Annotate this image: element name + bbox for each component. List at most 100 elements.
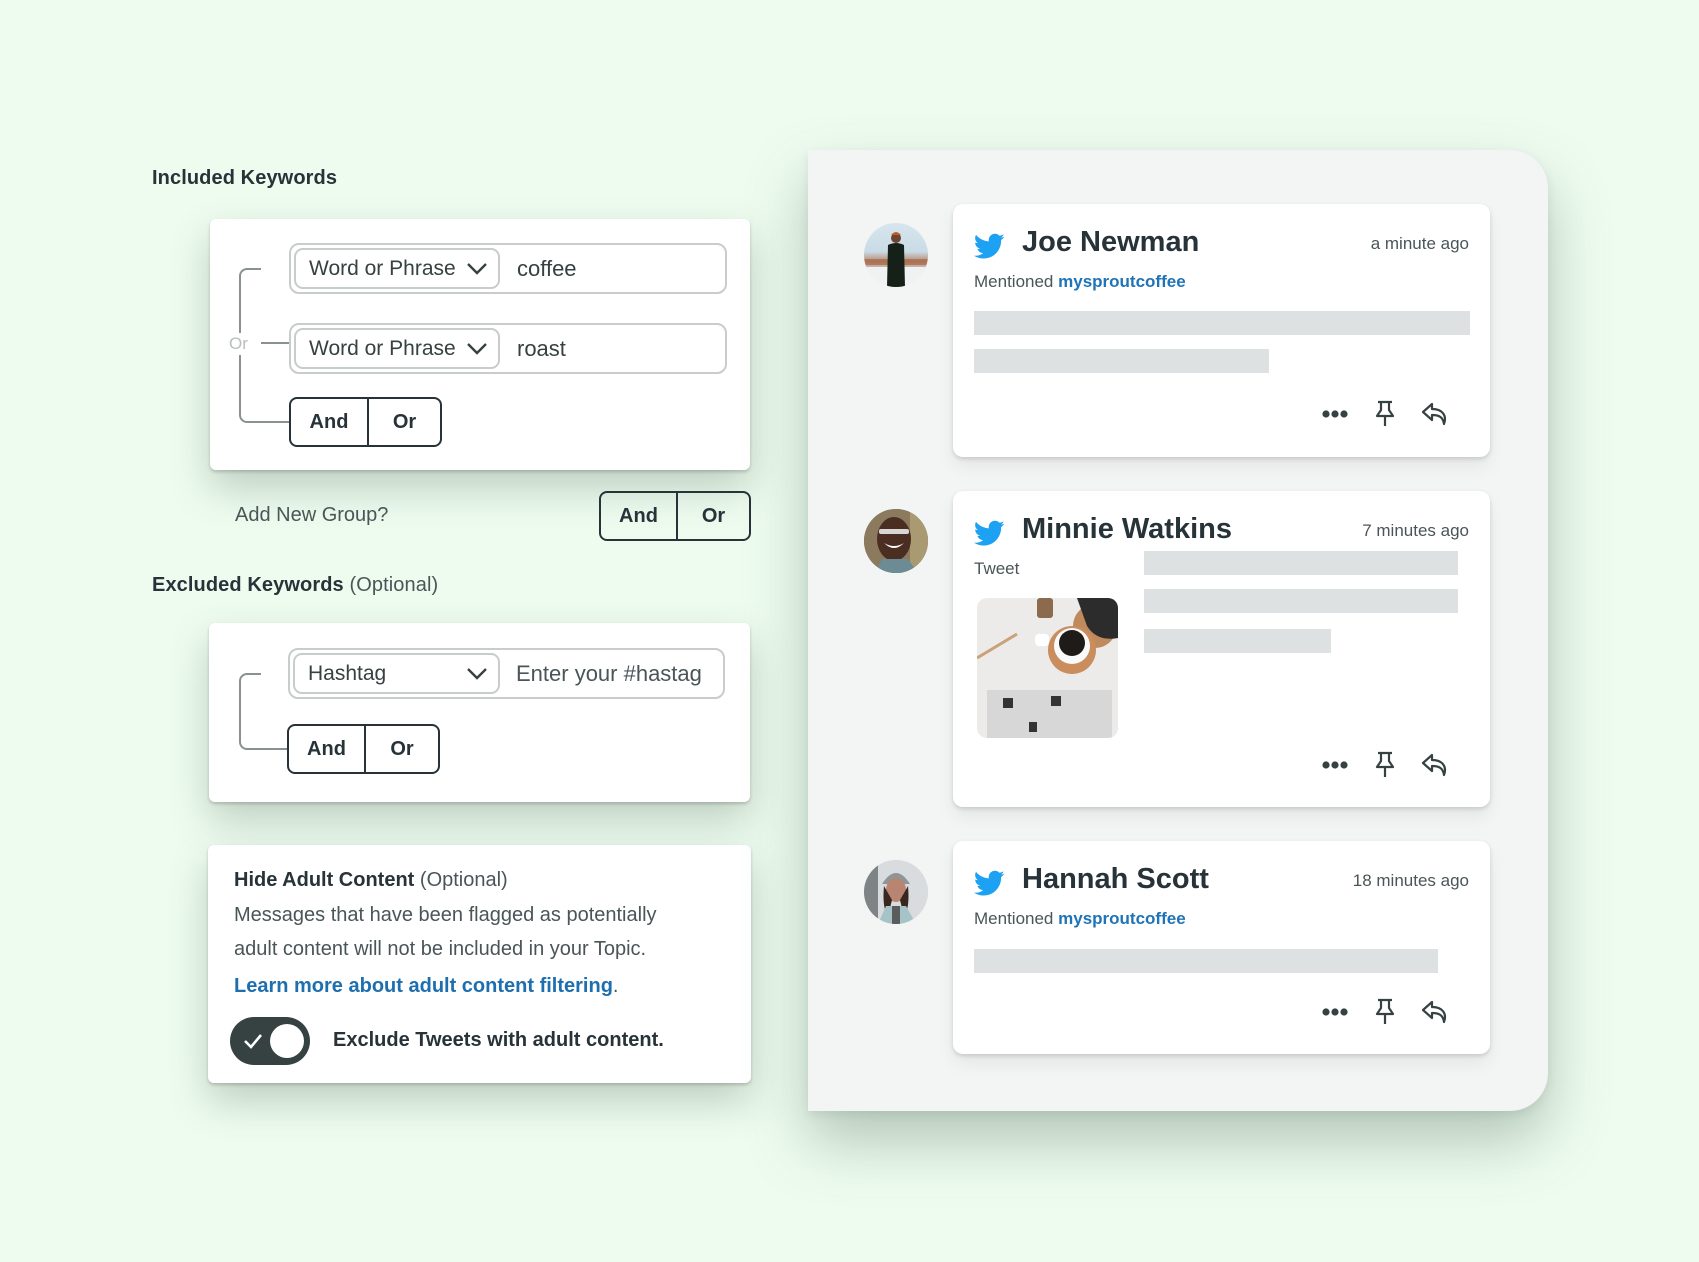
add-group-and-button[interactable]: And bbox=[601, 493, 676, 539]
check-icon bbox=[244, 1034, 262, 1049]
more-icon bbox=[1322, 1008, 1348, 1016]
and-button[interactable]: And bbox=[289, 726, 364, 772]
included-keywords-title: Included Keywords bbox=[152, 167, 337, 190]
chevron-down-icon bbox=[467, 342, 487, 355]
more-icon bbox=[1322, 410, 1348, 418]
optional-label: (Optional) bbox=[349, 574, 439, 596]
subtitle-prefix: Mentioned bbox=[974, 272, 1054, 291]
tweet-subtitle: Mentioned mysproutcoffee bbox=[974, 909, 1186, 929]
coffee-photo bbox=[977, 598, 1118, 738]
more-button[interactable] bbox=[1310, 400, 1360, 428]
reply-icon bbox=[1421, 402, 1447, 426]
reply-icon bbox=[1421, 753, 1447, 777]
excluded-keywords-card: Hashtag Enter your #hastag And Or bbox=[209, 623, 750, 802]
feed-item[interactable]: Minnie Watkins 7 minutes ago Tweet bbox=[953, 491, 1490, 807]
avatar-hannah-scott[interactable] bbox=[864, 860, 928, 924]
pin-icon bbox=[1375, 751, 1395, 777]
pin-button[interactable] bbox=[1360, 998, 1410, 1026]
skeleton-line bbox=[1144, 629, 1331, 653]
author-name[interactable]: Minnie Watkins bbox=[1022, 513, 1232, 546]
timestamp: 18 minutes ago bbox=[1352, 871, 1469, 890]
reply-icon bbox=[1421, 1000, 1447, 1024]
avatar-image bbox=[864, 232, 928, 287]
description-line: Messages that have been flagged as poten… bbox=[234, 904, 657, 926]
subtitle-prefix: Mentioned bbox=[974, 909, 1054, 928]
group-bracket bbox=[239, 673, 261, 750]
mention-link[interactable]: mysproutcoffee bbox=[1058, 909, 1186, 928]
avatar-image bbox=[864, 509, 928, 573]
skeleton-line bbox=[974, 949, 1438, 973]
tweet-actions bbox=[1310, 998, 1460, 1026]
subtitle-prefix: Tweet bbox=[974, 559, 1020, 578]
tweet-actions bbox=[1310, 400, 1460, 428]
skeleton-line bbox=[1144, 589, 1458, 613]
hide-adult-content-description: Messages that have been flagged as poten… bbox=[234, 898, 657, 966]
reply-button[interactable] bbox=[1410, 400, 1460, 428]
keyword-input[interactable]: roast bbox=[517, 336, 566, 362]
description-line: adult content will not be included in yo… bbox=[234, 938, 647, 960]
avatar-image bbox=[864, 860, 928, 924]
group-bracket-tick bbox=[261, 342, 289, 344]
keyword-type-value: Word or Phrase bbox=[309, 336, 456, 360]
chevron-down-icon bbox=[467, 667, 487, 680]
keyword-type-select[interactable]: Hashtag bbox=[293, 653, 500, 694]
avatar-minnie-watkins[interactable] bbox=[864, 509, 928, 573]
reply-button[interactable] bbox=[1410, 751, 1460, 779]
add-group-and-or-toggle: And Or bbox=[599, 491, 751, 541]
keyword-row: Word or Phrase coffee bbox=[289, 243, 727, 294]
group-bracket-tick bbox=[261, 748, 288, 750]
group-bracket-tick bbox=[261, 421, 289, 423]
included-keywords-card: Or Word or Phrase coffee Word or Phrase … bbox=[210, 219, 750, 470]
pin-icon bbox=[1375, 400, 1395, 426]
hide-adult-content-title-text: Hide Adult Content bbox=[234, 869, 415, 891]
keyword-row: Word or Phrase roast bbox=[289, 323, 727, 374]
excluded-keywords-title: Excluded Keywords (Optional) bbox=[152, 574, 438, 597]
reply-button[interactable] bbox=[1410, 998, 1460, 1026]
pin-icon bbox=[1375, 998, 1395, 1024]
more-button[interactable] bbox=[1310, 751, 1360, 779]
keyword-input[interactable]: coffee bbox=[517, 256, 577, 282]
keyword-row: Hashtag Enter your #hastag bbox=[288, 648, 725, 699]
feed-item[interactable]: Hannah Scott 18 minutes ago Mentioned my… bbox=[953, 841, 1490, 1054]
twitter-bird-icon bbox=[974, 520, 1005, 546]
keyword-type-select[interactable]: Word or Phrase bbox=[294, 328, 500, 369]
learn-more-line: Learn more about adult content filtering… bbox=[234, 969, 618, 1003]
or-button[interactable]: Or bbox=[366, 399, 440, 445]
author-name[interactable]: Hannah Scott bbox=[1022, 863, 1209, 896]
exclude-adult-content-toggle[interactable] bbox=[230, 1017, 310, 1065]
link-suffix: . bbox=[612, 975, 619, 997]
more-icon bbox=[1322, 761, 1348, 769]
feed-item[interactable]: Joe Newman a minute ago Mentioned myspro… bbox=[953, 204, 1490, 457]
avatar-joe-newman[interactable] bbox=[864, 223, 928, 287]
excluded-keywords-title-text: Excluded Keywords bbox=[152, 574, 344, 596]
hide-adult-content-title: Hide Adult Content (Optional) bbox=[234, 869, 508, 892]
add-group-or-button[interactable]: Or bbox=[675, 493, 749, 539]
learn-more-link[interactable]: Learn more about adult content filtering bbox=[234, 975, 613, 997]
hide-adult-content-card: Hide Adult Content (Optional) Messages t… bbox=[208, 845, 751, 1083]
tweet-subtitle: Tweet bbox=[974, 559, 1019, 579]
keyword-type-value: Word or Phrase bbox=[309, 256, 456, 280]
tweet-actions bbox=[1310, 751, 1460, 779]
and-button[interactable]: And bbox=[291, 399, 367, 445]
skeleton-line bbox=[1144, 551, 1458, 575]
and-or-toggle: And Or bbox=[289, 397, 442, 447]
tweet-image[interactable] bbox=[977, 598, 1118, 738]
group-operator-label: Or bbox=[229, 333, 248, 355]
mention-link[interactable]: mysproutcoffee bbox=[1058, 272, 1186, 291]
twitter-bird-icon bbox=[974, 870, 1005, 896]
exclude-adult-content-label: Exclude Tweets with adult content. bbox=[333, 1029, 664, 1051]
more-button[interactable] bbox=[1310, 998, 1360, 1026]
pin-button[interactable] bbox=[1360, 751, 1410, 779]
hashtag-input[interactable]: Enter your #hastag bbox=[516, 661, 702, 687]
twitter-bird-icon bbox=[974, 233, 1005, 259]
skeleton-line bbox=[974, 349, 1269, 373]
keyword-type-value: Hashtag bbox=[308, 661, 387, 685]
timestamp: 7 minutes ago bbox=[1362, 521, 1469, 540]
or-button[interactable]: Or bbox=[363, 726, 438, 772]
skeleton-line bbox=[974, 311, 1470, 335]
pin-button[interactable] bbox=[1360, 400, 1410, 428]
tweet-subtitle: Mentioned mysproutcoffee bbox=[974, 272, 1186, 292]
chevron-down-icon bbox=[467, 262, 487, 275]
author-name[interactable]: Joe Newman bbox=[1022, 226, 1199, 259]
keyword-type-select[interactable]: Word or Phrase bbox=[294, 248, 500, 289]
